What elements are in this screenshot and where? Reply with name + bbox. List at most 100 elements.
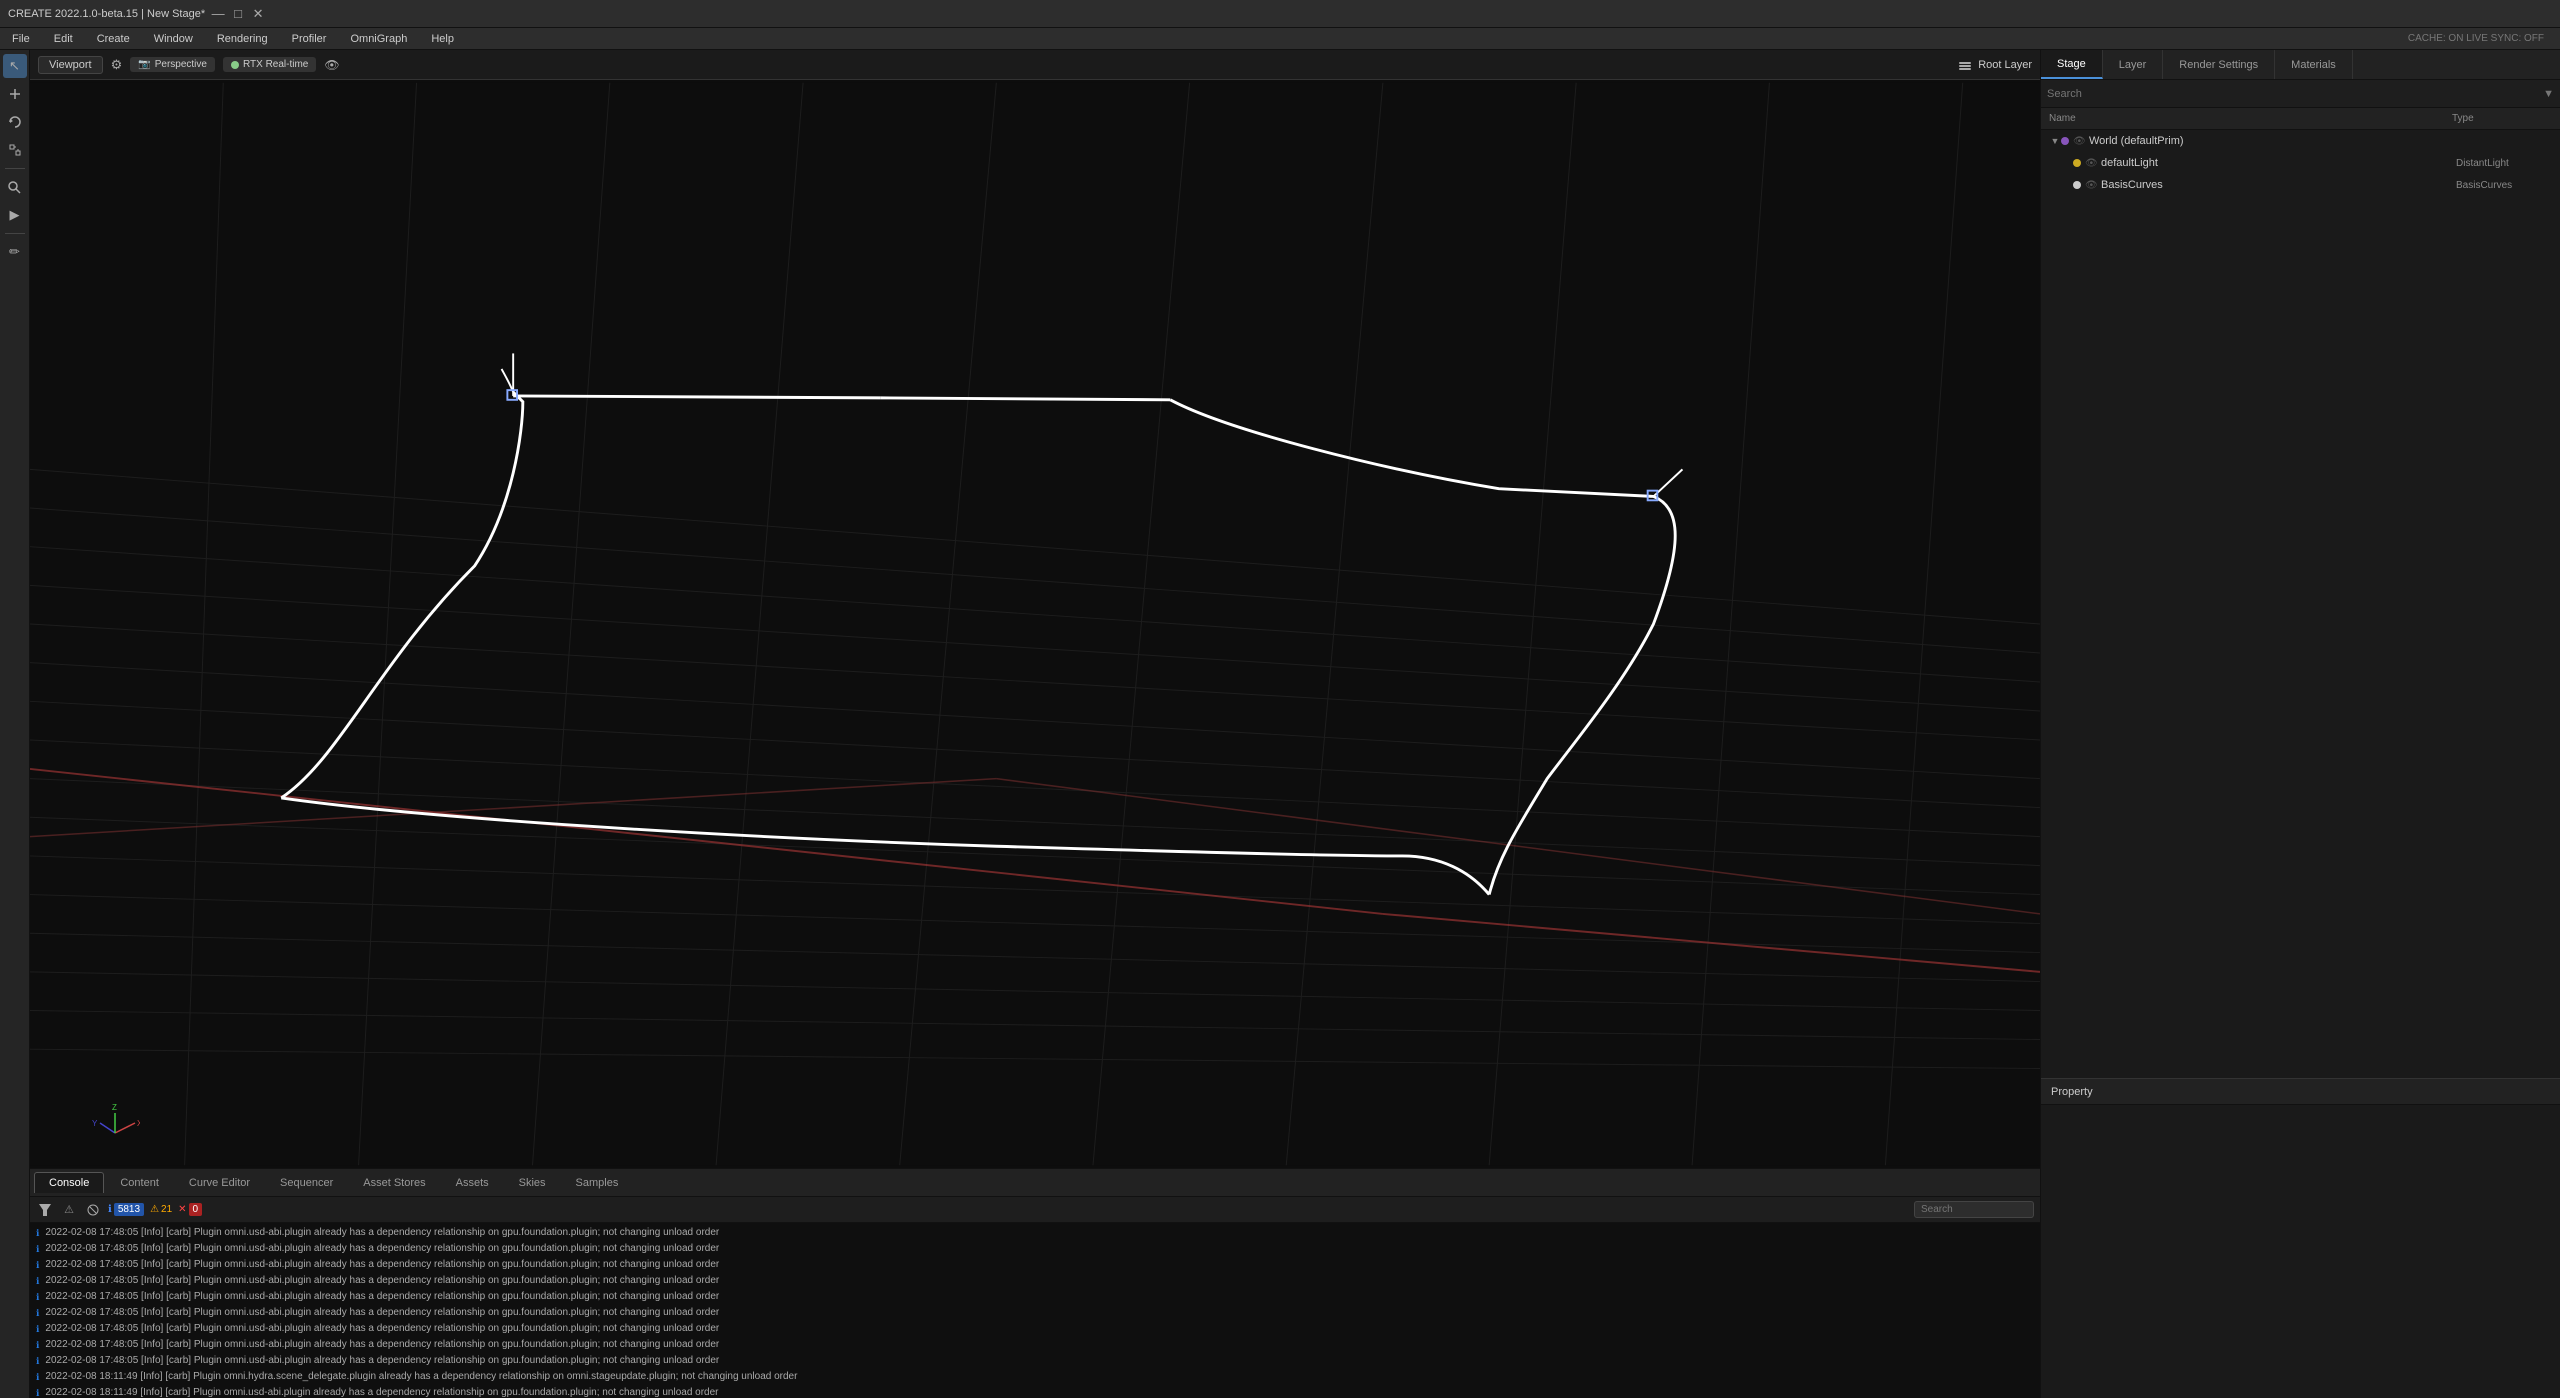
main-layout: ↖ ▶ ✏ Viewport ⚙ 📷 Perspective	[0, 50, 2560, 1398]
tab-sequencer[interactable]: Sequencer	[266, 1173, 347, 1193]
viewport-scene-svg	[30, 80, 2040, 1168]
right-panel: Stage Layer Render Settings Materials ▼ …	[2040, 50, 2560, 1398]
tree-item-basiscurves[interactable]: ▶ 👁 BasisCurves BasisCurves	[2041, 174, 2560, 196]
log-text: 2022-02-08 17:48:05 [Info] [carb] Plugin…	[45, 1242, 2034, 1256]
clear-console-button[interactable]	[84, 1201, 102, 1219]
property-panel: Property	[2041, 1078, 2560, 1398]
viewport-header: Viewport ⚙ 📷 Perspective RTX Real-time 👁…	[30, 50, 2040, 80]
play-button[interactable]: ▶	[3, 203, 27, 227]
camera-button[interactable]: 📷 Perspective	[130, 57, 215, 72]
tab-assets[interactable]: Assets	[442, 1173, 503, 1193]
minimize-button[interactable]: —	[211, 7, 225, 21]
tree-arrow-world[interactable]: ▼	[2049, 135, 2061, 147]
tab-content[interactable]: Content	[106, 1173, 173, 1193]
menu-window[interactable]: Window	[150, 31, 197, 47]
log-info-icon: ℹ	[36, 1355, 39, 1368]
basiscurves-visibility-icon[interactable]: 👁	[2085, 180, 2101, 191]
log-text: 2022-02-08 18:11:49 [Info] [carb] Plugin…	[45, 1370, 2034, 1384]
tab-asset-stores[interactable]: Asset Stores	[349, 1173, 439, 1193]
scale-tool-button[interactable]	[3, 138, 27, 162]
rtx-dot	[231, 61, 239, 69]
defaultlight-visibility-icon[interactable]: 👁	[2085, 158, 2101, 169]
defaultlight-dot	[2073, 159, 2081, 167]
tree-header-type: Type	[2452, 113, 2552, 124]
bottom-tabs: Console Content Curve Editor Sequencer A…	[30, 1169, 2040, 1197]
viewport-tab[interactable]: Viewport	[38, 56, 103, 74]
console-toolbar: ⚠ ℹ 5813 ⚠ 21 ✕ 0	[30, 1197, 2040, 1223]
rtx-label: RTX Real-time	[243, 59, 308, 70]
err-count-badge: ✕ 0	[178, 1203, 202, 1216]
log-info-icon: ℹ	[36, 1227, 39, 1240]
viewport-container[interactable]: Viewport ⚙ 📷 Perspective RTX Real-time 👁…	[30, 50, 2040, 1168]
stage-search-input[interactable]	[2047, 88, 2543, 100]
close-button[interactable]: ✕	[251, 7, 265, 21]
tree-header-name: Name	[2049, 113, 2452, 124]
world-dot	[2061, 137, 2069, 145]
log-text: 2022-02-08 17:48:05 [Info] [carb] Plugin…	[45, 1274, 2034, 1288]
info-count-badge: ℹ 5813	[108, 1203, 144, 1216]
visibility-icon[interactable]: 👁	[324, 58, 339, 72]
info-count: 5813	[114, 1203, 144, 1216]
search-tool-button[interactable]	[3, 175, 27, 199]
warn-count: 21	[161, 1204, 172, 1215]
property-content	[2041, 1105, 2560, 1398]
log-text: 2022-02-08 17:48:05 [Info] [carb] Plugin…	[45, 1306, 2034, 1320]
viewport-canvas[interactable]: X Y Z	[30, 80, 2040, 1168]
tab-skies[interactable]: Skies	[505, 1173, 560, 1193]
menu-file[interactable]: File	[8, 31, 34, 47]
root-layer-badge[interactable]: Root Layer	[1958, 58, 2032, 72]
defaultlight-name: defaultLight	[2101, 157, 2456, 169]
menu-create[interactable]: Create	[93, 31, 134, 47]
tab-curve-editor[interactable]: Curve Editor	[175, 1173, 264, 1193]
rtx-button[interactable]: RTX Real-time	[223, 57, 316, 72]
tree-item-world[interactable]: ▼ 👁 World (defaultPrim)	[2041, 130, 2560, 152]
tab-stage[interactable]: Stage	[2041, 50, 2103, 79]
world-visibility-icon[interactable]: 👁	[2073, 136, 2089, 147]
tab-layer[interactable]: Layer	[2103, 50, 2164, 79]
console-search-input[interactable]	[1914, 1201, 2034, 1218]
pencil-tool-button[interactable]: ✏	[3, 240, 27, 264]
log-info-icon: ℹ	[36, 1371, 39, 1384]
rotate-tool-button[interactable]	[3, 110, 27, 134]
menu-help[interactable]: Help	[427, 31, 458, 47]
log-line: ℹ2022-02-08 18:11:49 [Info] [carb] Plugi…	[30, 1385, 2040, 1398]
layers-icon	[1958, 58, 1972, 72]
add-tool-button[interactable]	[3, 82, 27, 106]
log-line: ℹ2022-02-08 17:48:05 [Info] [carb] Plugi…	[30, 1305, 2040, 1321]
maximize-button[interactable]: □	[231, 7, 245, 21]
svg-text:Z: Z	[112, 1103, 117, 1112]
filter-button[interactable]	[36, 1201, 54, 1219]
log-info-icon: ℹ	[36, 1259, 39, 1272]
warning-icon: ⚠	[60, 1201, 78, 1219]
tab-console[interactable]: Console	[34, 1172, 104, 1193]
console-log: ℹ 2022-02-08 17:48:05 [Info] [carb] Plugi…	[30, 1223, 2040, 1398]
log-text: 2022-02-08 17:48:05 [Info] [carb] Plugin…	[45, 1226, 2034, 1240]
center-area: Viewport ⚙ 📷 Perspective RTX Real-time 👁…	[30, 50, 2040, 1398]
log-text: 2022-02-08 18:11:49 [Info] [carb] Plugin…	[45, 1386, 2034, 1398]
menu-omnigraph[interactable]: OmniGraph	[346, 31, 411, 47]
defaultlight-type: DistantLight	[2456, 158, 2556, 169]
viewport-settings-icon[interactable]: ⚙	[111, 57, 123, 73]
stage-search-filter-icon[interactable]: ▼	[2543, 88, 2554, 100]
log-line: ℹ 2022-02-08 17:48:05 [Info] [carb] Plugi…	[30, 1353, 2040, 1369]
err-count: 0	[189, 1203, 203, 1216]
log-line: ℹ 2022-02-08 18:11:49 [Info] [carb] Plugi…	[30, 1369, 2040, 1385]
log-info-icon: ℹ	[36, 1339, 39, 1352]
log-info-icon: ℹ	[36, 1243, 39, 1256]
live-sync-text: CACHE: ON LIVE SYNC: OFF	[2408, 33, 2544, 44]
menu-profiler[interactable]: Profiler	[288, 31, 331, 47]
property-header: Property	[2041, 1079, 2560, 1105]
tree-item-defaultlight[interactable]: ▶ 👁 defaultLight DistantLight	[2041, 152, 2560, 174]
log-info-icon: ℹ	[36, 1275, 39, 1288]
tab-render-settings[interactable]: Render Settings	[2163, 50, 2275, 79]
log-line: ℹ2022-02-08 17:48:05 [Info] [carb] Plugi…	[30, 1289, 2040, 1305]
tab-materials[interactable]: Materials	[2275, 50, 2353, 79]
toolbar-divider-1	[5, 168, 25, 169]
menu-rendering[interactable]: Rendering	[213, 31, 272, 47]
tab-samples[interactable]: Samples	[562, 1173, 633, 1193]
log-line: ℹ2022-02-08 17:48:05 [Info] [carb] Plugi…	[30, 1257, 2040, 1273]
log-text: 2022-02-08 17:48:05 [Info] [carb] Plugin…	[45, 1354, 2034, 1368]
title-text: CREATE 2022.1.0-beta.15 | New Stage*	[8, 8, 205, 20]
menu-edit[interactable]: Edit	[50, 31, 77, 47]
select-tool-button[interactable]: ↖	[3, 54, 27, 78]
